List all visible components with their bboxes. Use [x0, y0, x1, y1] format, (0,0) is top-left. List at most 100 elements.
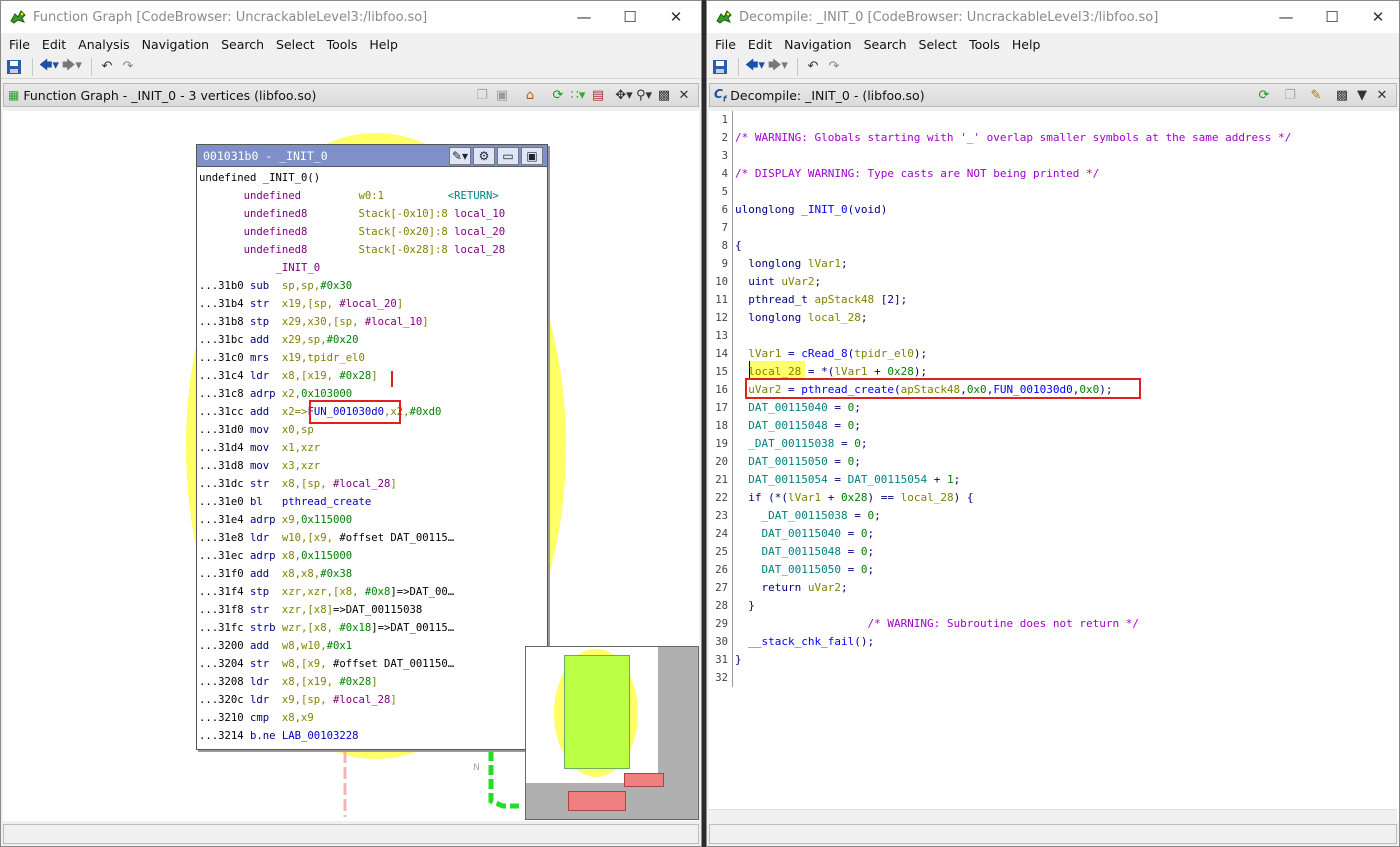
menu-item-select[interactable]: Select	[270, 37, 321, 52]
assembly-line[interactable]: ...31bc add x29,sp,#0x20	[199, 331, 358, 349]
code-token[interactable]: #0x20	[327, 334, 359, 346]
menu-item-tools[interactable]: Tools	[321, 37, 364, 52]
code-token[interactable]: ...31e0	[199, 496, 250, 508]
menu-item-edit[interactable]: Edit	[742, 37, 778, 52]
code-token[interactable]: str	[250, 298, 282, 310]
code-line[interactable]: if (*(lVar1 + 0x28) == local_28) {	[735, 489, 973, 507]
code-token[interactable]: ;	[841, 257, 848, 270]
menu-item-edit[interactable]: Edit	[36, 37, 72, 52]
code-token[interactable]: ...3210	[199, 712, 250, 724]
code-token[interactable]: DAT_00115040	[735, 527, 840, 540]
close-icon[interactable]: ✕	[653, 1, 699, 33]
code-token[interactable]: tpidr_el0	[854, 347, 914, 360]
code-token[interactable]: =	[828, 455, 848, 468]
close-panel-icon[interactable]: ✕	[674, 86, 694, 104]
code-token[interactable]: =>DAT_00115038	[333, 604, 422, 616]
code-line[interactable]: DAT_00115048 = 0;	[735, 543, 874, 561]
code-token[interactable]: ;	[814, 275, 821, 288]
code-token[interactable]: str	[250, 604, 282, 616]
decompiler-view[interactable]: 1 2 3 4 5 6 7 8 9 10 11 12 13 14 15 16 17 18 19 20 21 22 23 24 2…	[709, 111, 1399, 821]
code-token[interactable]: add	[250, 334, 282, 346]
forward-arrow-icon[interactable]: 🡆▾	[768, 57, 788, 77]
code-token[interactable]: ldr	[250, 676, 282, 688]
graph-minimap[interactable]	[525, 646, 699, 820]
code-token[interactable]: xzr,xzr,[x8,	[282, 586, 365, 598]
maximize-icon[interactable]: ☐	[1309, 1, 1355, 33]
code-token[interactable]: str	[250, 658, 282, 670]
code-token[interactable]: ulonglong	[735, 203, 801, 216]
code-token[interactable]: ...31c0	[199, 352, 250, 364]
assembly-line[interactable]: ...320c ldr x9,[sp, #local_28]	[199, 691, 397, 709]
code-token[interactable]: DAT_00115040	[735, 401, 827, 414]
code-token[interactable]: mrs	[250, 352, 282, 364]
code-line[interactable]: DAT_00115040 = 0;	[735, 399, 861, 417]
code-token[interactable]: w8,w10,	[282, 640, 327, 652]
code-line[interactable]: DAT_00115050 = 0;	[735, 561, 874, 579]
code-line[interactable]: return uVar2;	[735, 579, 847, 597]
code-token[interactable]: add	[250, 640, 282, 652]
code-token[interactable]: mov	[250, 460, 282, 472]
code-token[interactable]: add	[250, 406, 282, 418]
code-token[interactable]: uVar2	[781, 275, 814, 288]
assembly-line[interactable]: ...31fc strb wzr,[x8, #0x18]=>DAT_00115…	[199, 619, 454, 637]
code-token[interactable]: #local_10	[365, 316, 422, 328]
code-token[interactable]: undefined8	[199, 208, 358, 220]
code-line[interactable]: /* WARNING: Globals starting with '_' ov…	[735, 129, 1291, 147]
code-token[interactable]: return	[735, 581, 808, 594]
code-token[interactable]: LAB_00103228	[282, 730, 359, 742]
save-icon[interactable]	[5, 57, 23, 77]
assembly-line[interactable]: undefined w0:1 <RETURN>	[199, 187, 499, 205]
code-token[interactable]: ...3204	[199, 658, 250, 670]
code-token[interactable]: local_10	[454, 208, 505, 220]
menu-item-analysis[interactable]: Analysis	[72, 37, 136, 52]
code-token[interactable]: {	[735, 239, 742, 252]
code-token[interactable]: ;	[867, 545, 874, 558]
code-token[interactable]: ]=>DAT_00115…	[371, 622, 454, 634]
code-token[interactable]: w8,[x9,	[282, 658, 333, 670]
assembly-line[interactable]: ...31dc str x8,[sp, #local_28]	[199, 475, 397, 493]
maximize-icon[interactable]: ☐	[607, 1, 653, 33]
assembly-line[interactable]: ...31b4 str x19,[sp, #local_20]	[199, 295, 403, 313]
code-token[interactable]: ]	[422, 316, 428, 328]
code-token[interactable]: DAT_00115048	[735, 545, 840, 558]
code-line[interactable]: _DAT_00115038 = 0;	[735, 435, 867, 453]
code-token[interactable]: #local_20	[339, 298, 396, 310]
code-line[interactable]: __stack_chk_fail();	[735, 633, 874, 651]
code-token[interactable]: =	[834, 437, 854, 450]
code-token[interactable]: ...31f4	[199, 586, 250, 598]
code-token[interactable]: #0x28	[339, 370, 371, 382]
assembly-line[interactable]: ...31c4 ldr x8,[x19, #0x28]	[199, 367, 378, 385]
code-line[interactable]: longlong local_28;	[735, 309, 867, 327]
code-token[interactable]: =	[828, 419, 848, 432]
code-line[interactable]: }	[735, 651, 742, 669]
code-token[interactable]: x3,xzr	[282, 460, 320, 472]
assembly-line[interactable]: ...3204 str w8,[x9, #offset DAT_001150…	[199, 655, 454, 673]
code-token[interactable]: x8,x8,	[282, 568, 320, 580]
code-token[interactable]: w10,[x9,	[282, 532, 339, 544]
code-token[interactable]: add	[250, 568, 282, 580]
navigate-icon[interactable]: ✥▾	[614, 86, 634, 104]
assembly-line[interactable]: undefined _INIT_0()	[199, 169, 320, 187]
code-token[interactable]: );	[914, 365, 927, 378]
code-token[interactable]: Stack[-0x28]:8	[358, 244, 454, 256]
code-token[interactable]: #0x8	[365, 586, 391, 598]
code-token[interactable]: strb	[250, 622, 282, 634]
assembly-line[interactable]: ...3200 add w8,w10,#0x1	[199, 637, 352, 655]
code-token[interactable]: str	[250, 478, 282, 490]
code-token[interactable]: xzr,[x8]	[282, 604, 333, 616]
code-token[interactable]: ...31d8	[199, 460, 250, 472]
code-token[interactable]: undefined	[199, 190, 358, 202]
code-token[interactable]: stp	[250, 586, 282, 598]
code-token[interactable]: ();	[854, 635, 874, 648]
code-token[interactable]: undefined8	[199, 226, 358, 238]
code-token[interactable]: local_28	[901, 491, 954, 504]
code-token[interactable]: x0,sp	[282, 424, 314, 436]
code-token[interactable]: =	[841, 545, 861, 558]
code-token[interactable]: 1	[947, 473, 954, 486]
assembly-line[interactable]: ...31c0 mrs x19,tpidr_el0	[199, 349, 365, 367]
code-token[interactable]: if	[735, 491, 768, 504]
back-arrow-icon[interactable]: 🡄▾	[745, 57, 765, 77]
code-token[interactable]: ;	[874, 509, 881, 522]
snapshot-icon[interactable]: ▩	[1332, 86, 1352, 104]
code-token[interactable]: #offset DAT_001150…	[333, 658, 454, 670]
